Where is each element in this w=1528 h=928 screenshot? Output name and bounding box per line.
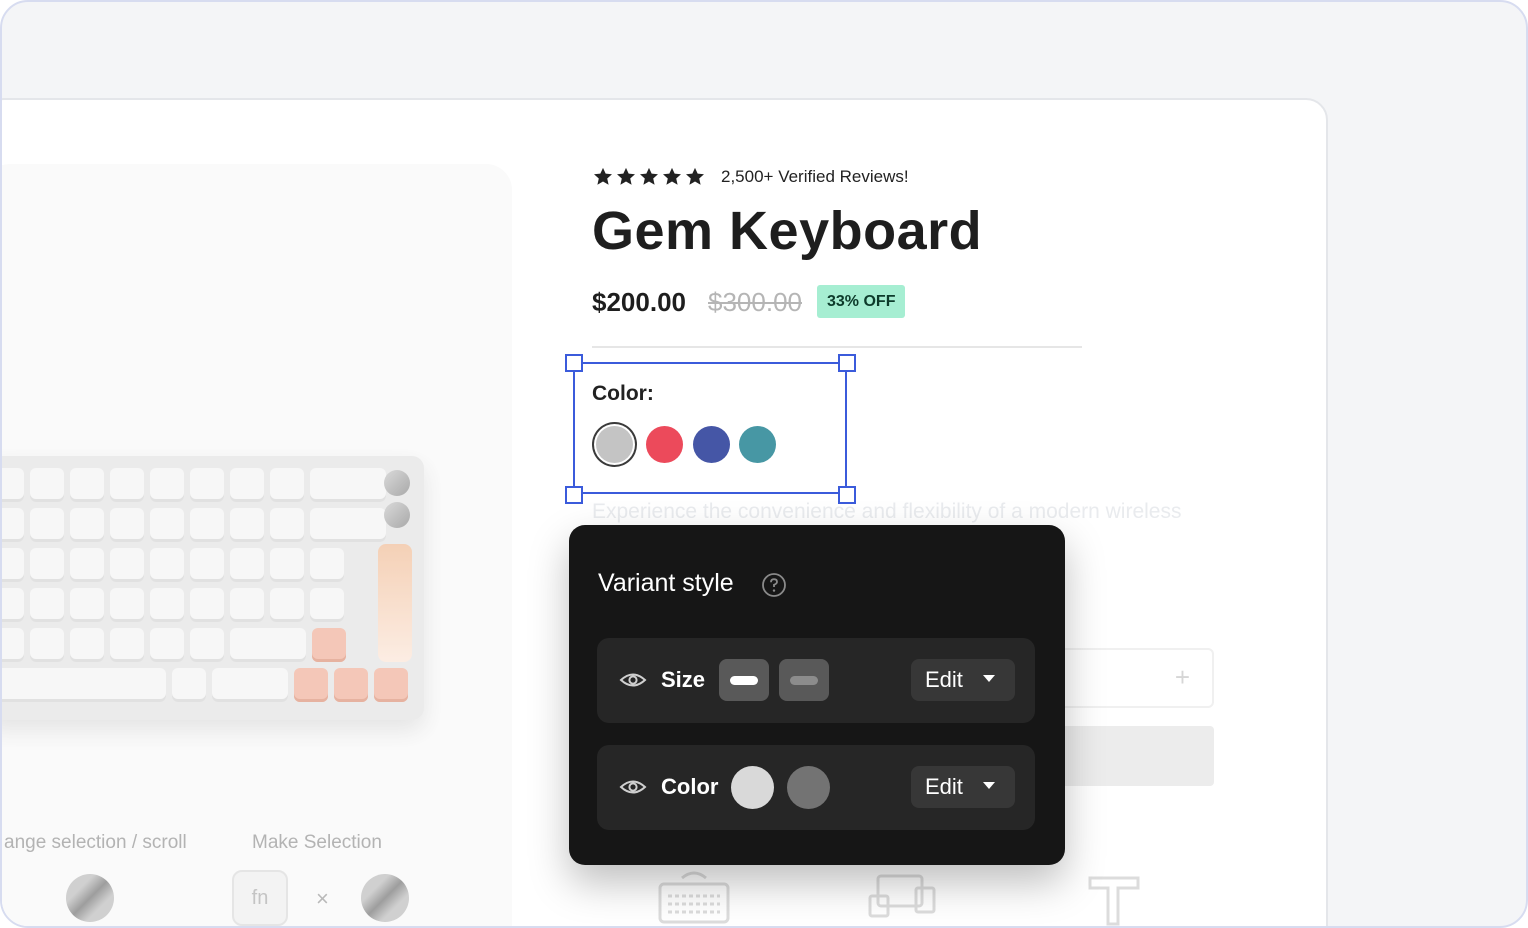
size-style-chip-dark[interactable] [779,659,829,701]
fn-key: fn [232,870,288,926]
size-edit-dropdown[interactable]: Edit [911,659,1015,701]
knob [384,502,410,528]
devices-icon [868,874,936,918]
times-symbol: × [316,886,329,911]
popup-title: Variant style [598,569,734,597]
key-row [2,508,386,542]
caption-selection: Make Selection [252,832,382,853]
selection-outline [573,362,847,494]
size-label: Size [661,667,706,692]
plus-icon[interactable]: + [1175,662,1190,693]
keyboard-screen [378,544,412,662]
eye-icon[interactable] [619,668,647,692]
caret-down-icon [983,782,995,789]
edit-label: Edit [925,667,963,692]
discount-badge: 33% OFF [817,285,906,318]
caption-scroll: ange selection / scroll [4,832,187,853]
reviews-count[interactable]: 2,500+ Verified Reviews! [721,167,909,187]
star-icon [686,167,704,185]
divider [592,346,1082,348]
wireless-keyboard-icon [658,871,730,924]
bar-icon [730,676,758,685]
keyboard-image [2,456,424,720]
edit-label: Edit [925,774,963,799]
knob-disc [66,874,114,922]
star-icon [617,167,635,185]
star-icon [663,167,681,185]
resize-handle-top-left[interactable] [565,354,583,372]
quantity-stepper[interactable]: + [1044,648,1214,708]
eye-icon[interactable] [619,775,647,799]
star-icon [594,167,612,185]
rating-stars [592,166,706,188]
color-option-row: Color Edit [597,745,1035,830]
knob [384,470,410,496]
key-row [2,548,344,582]
original-price: $300.00 [708,287,802,317]
add-to-cart-button[interactable] [1044,726,1214,786]
key-row [2,668,408,702]
color-style-dot-light[interactable] [731,766,774,809]
key-row [2,588,344,622]
size-option-row: Size Edit [597,638,1035,723]
resize-handle-top-right[interactable] [838,354,856,372]
resize-handle-bottom-right[interactable] [838,486,856,504]
color-style-dot-dark[interactable] [787,766,830,809]
product-title: Gem Keyboard [592,201,983,261]
size-style-chip-light[interactable] [719,659,769,701]
key-row [2,628,346,662]
knob-disc [361,874,409,922]
color-option-label: Color [661,774,719,799]
app-canvas: ange selection / scroll Make Selection f… [0,0,1528,928]
color-edit-dropdown[interactable]: Edit [911,766,1015,808]
key-row [2,468,386,502]
bar-icon [790,676,818,685]
variant-style-popup: Variant style Size Edit Color Edit [569,525,1065,865]
caret-down-icon [983,675,995,682]
star-icon [640,167,658,185]
current-price: $200.00 [592,287,686,317]
keycap-icon [1088,876,1140,926]
resize-handle-bottom-left[interactable] [565,486,583,504]
help-icon[interactable] [761,572,787,598]
